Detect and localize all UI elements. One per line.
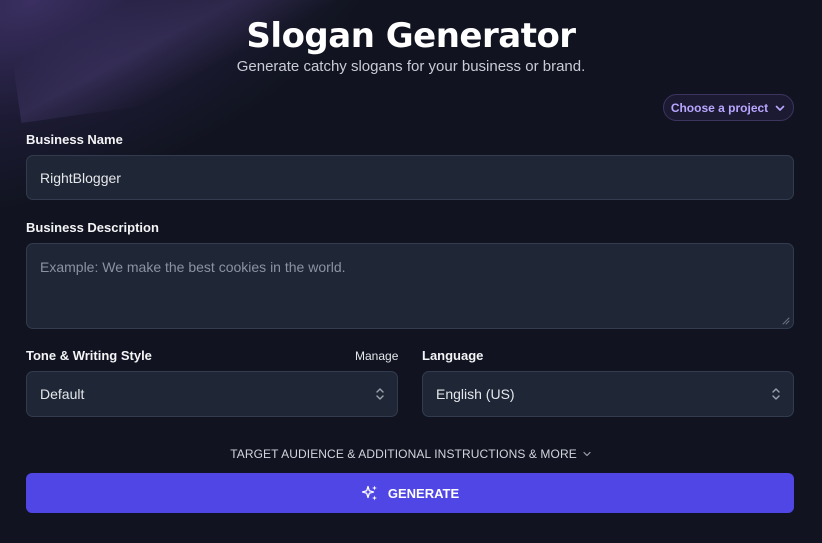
choose-project-label: Choose a project	[670, 100, 769, 115]
tone-label: Tone & Writing Style	[26, 348, 152, 363]
choose-project-button[interactable]: Choose a project	[663, 94, 794, 121]
business-name-value: RightBlogger	[40, 169, 121, 186]
sparkles-icon	[361, 485, 377, 501]
chevron-down-icon	[583, 451, 591, 457]
updown-chevron-icon	[772, 388, 780, 400]
page-title: Slogan Generator	[246, 16, 576, 56]
page-header: Slogan Generator Generate catchy slogans…	[0, 14, 822, 76]
resize-handle-icon[interactable]	[782, 317, 790, 325]
more-options-label: TARGET AUDIENCE & ADDITIONAL INSTRUCTION…	[230, 447, 577, 461]
generate-button[interactable]: GENERATE	[26, 473, 794, 513]
generate-label: GENERATE	[387, 485, 460, 501]
updown-chevron-icon	[376, 388, 384, 400]
business-name-input[interactable]: RightBlogger	[26, 155, 794, 200]
tone-select[interactable]: Default	[26, 371, 398, 417]
tone-selected-value: Default	[40, 386, 85, 402]
business-description-textarea[interactable]: Example: We make the best cookies in the…	[26, 243, 794, 329]
business-description-placeholder: Example: We make the best cookies in the…	[40, 259, 346, 275]
more-options-toggle[interactable]: TARGET AUDIENCE & ADDITIONAL INSTRUCTION…	[0, 447, 822, 461]
page-subtitle: Generate catchy slogans for your busines…	[236, 58, 586, 75]
chevron-down-icon	[775, 105, 785, 111]
language-select[interactable]: English (US)	[422, 371, 794, 417]
language-label: Language	[422, 348, 484, 363]
manage-tone-link[interactable]: Manage	[355, 349, 398, 363]
business-description-label: Business Description	[26, 220, 159, 235]
business-name-label: Business Name	[26, 132, 123, 147]
language-selected-value: English (US)	[436, 386, 515, 402]
